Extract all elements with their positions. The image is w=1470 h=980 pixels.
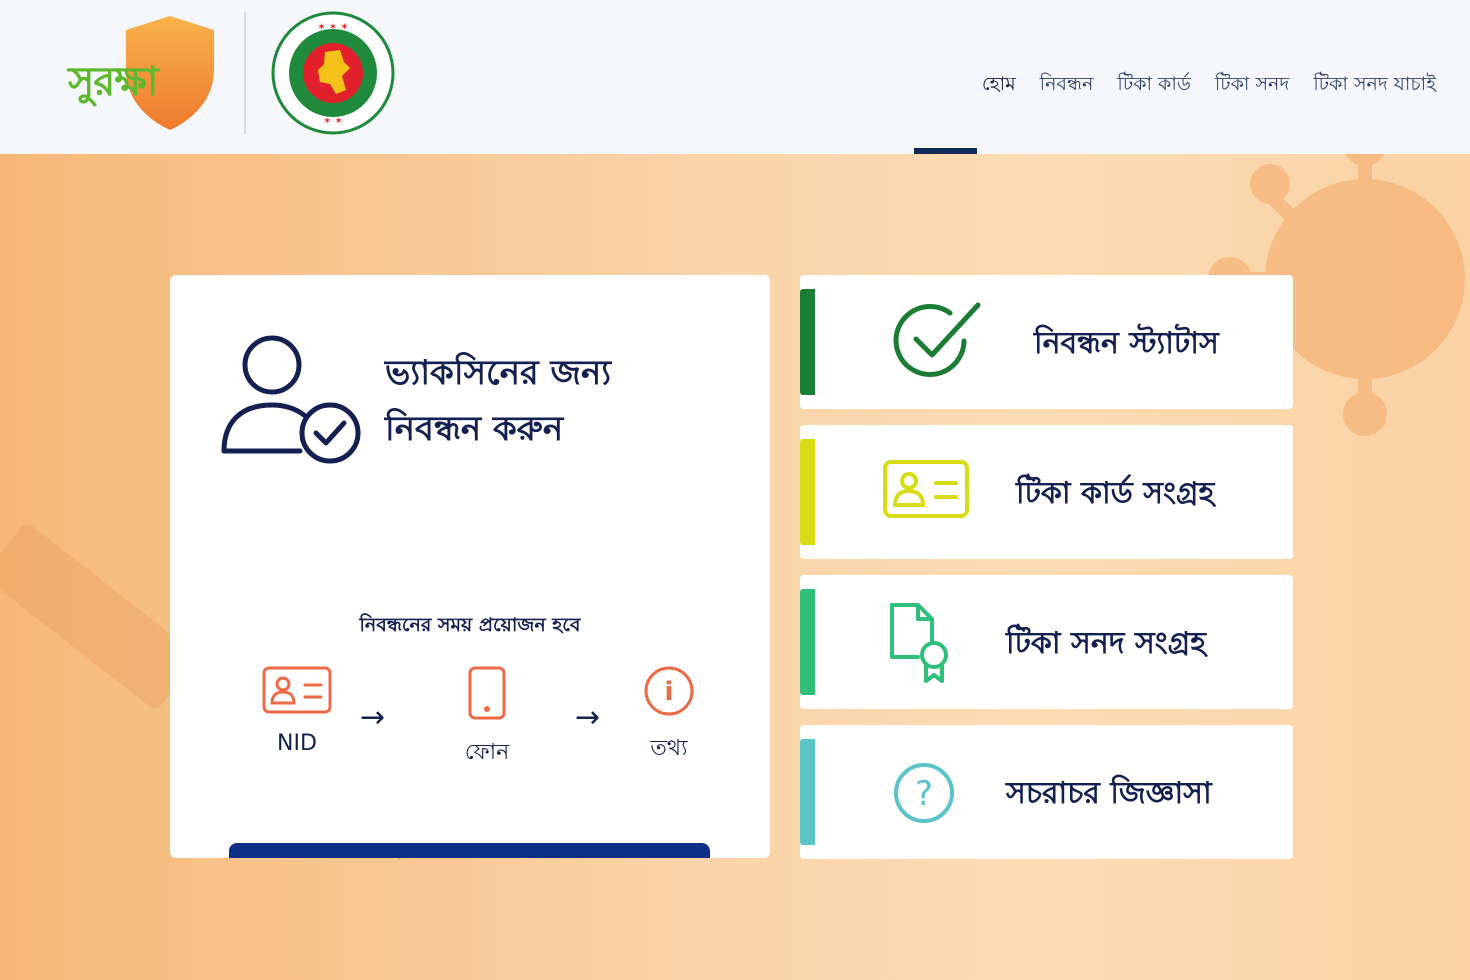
phone-icon <box>468 666 506 720</box>
svg-text:?: ? <box>915 774 933 814</box>
step-nid: NID <box>260 665 334 756</box>
id-card-icon <box>262 666 332 714</box>
question-circle-icon: ? <box>894 763 954 823</box>
arrow-right-icon: → <box>575 700 601 735</box>
info-icon: i <box>644 666 694 716</box>
svg-text:✶ ✶ ✶: ✶ ✶ ✶ <box>317 22 349 33</box>
logo-text: সুরক্ষা <box>68 59 158 105</box>
svg-text:i: i <box>665 677 674 707</box>
card-faq[interactable]: ? সচরাচর জিজ্ঞাসা <box>800 725 1293 859</box>
card-vaccine-card[interactable]: টিকা কার্ড সংগ্রহ <box>800 425 1293 559</box>
card-accent-bar <box>800 439 815 545</box>
surokkha-logo[interactable]: সুরক্ষা <box>62 14 222 134</box>
card-label: টিকা সনদ সংগ্রহ <box>1006 626 1206 661</box>
step-info: i তথ্য <box>632 665 706 768</box>
nav-vaccine-certificate[interactable]: টিকা সনদ <box>1215 70 1290 102</box>
step-phone-label: ফোন <box>464 740 510 765</box>
nav-home[interactable]: হোম <box>982 70 1016 102</box>
main-nav: হোম নিবন্ধন টিকা কার্ড টিকা সনদ টিকা সনদ… <box>982 70 1436 102</box>
header-divider <box>244 12 246 134</box>
step-info-label: তথ্য <box>650 736 688 761</box>
card-label: সচরাচর জিজ্ঞাসা <box>1006 776 1212 811</box>
card-label: নিবন্ধন স্ট্যাটাস <box>1034 326 1219 361</box>
card-accent-bar <box>800 589 815 695</box>
nav-registration[interactable]: নিবন্ধন <box>1040 70 1094 102</box>
svg-text:✶ ✶: ✶ ✶ <box>323 116 343 127</box>
register-title: ভ্যাকসিনের জন্য নিবন্ধন করুন <box>385 345 745 457</box>
step-nid-label: NID <box>277 731 317 756</box>
nav-vaccine-card[interactable]: টিকা কার্ড <box>1117 70 1190 102</box>
site-header: সুরক্ষা ✶ ✶ ✶ ✶ ✶ হোম নিবন্ধন টিকা কার্ড… <box>0 0 1470 154</box>
step-phone: ফোন <box>450 665 524 772</box>
register-title-line2: নিবন্ধন করুন <box>385 409 564 449</box>
requirement-title: নিবন্ধনের সময় প্রয়োজন হবে <box>359 614 581 636</box>
id-card-icon <box>883 460 969 518</box>
certificate-icon <box>890 603 948 683</box>
check-circle-icon <box>893 302 981 377</box>
card-accent-bar <box>800 739 815 845</box>
register-button[interactable] <box>229 843 710 858</box>
register-title-line1: ভ্যাকসিনের জন্য <box>385 353 612 393</box>
card-vaccine-certificate[interactable]: টিকা সনদ সংগ্রহ <box>800 575 1293 709</box>
nav-certificate-verify[interactable]: টিকা সনদ যাচাই <box>1313 70 1436 102</box>
card-accent-bar <box>800 289 815 395</box>
government-seal-icon: ✶ ✶ ✶ ✶ ✶ <box>271 11 395 135</box>
arrow-right-icon: → <box>360 700 386 735</box>
card-label: টিকা কার্ড সংগ্রহ <box>1016 476 1215 511</box>
register-card[interactable]: ভ্যাকসিনের জন্য নিবন্ধন করুন নিবন্ধনের স… <box>170 275 770 858</box>
user-check-icon <box>221 335 361 464</box>
card-registration-status[interactable]: নিবন্ধন স্ট্যাটাস <box>800 275 1293 409</box>
